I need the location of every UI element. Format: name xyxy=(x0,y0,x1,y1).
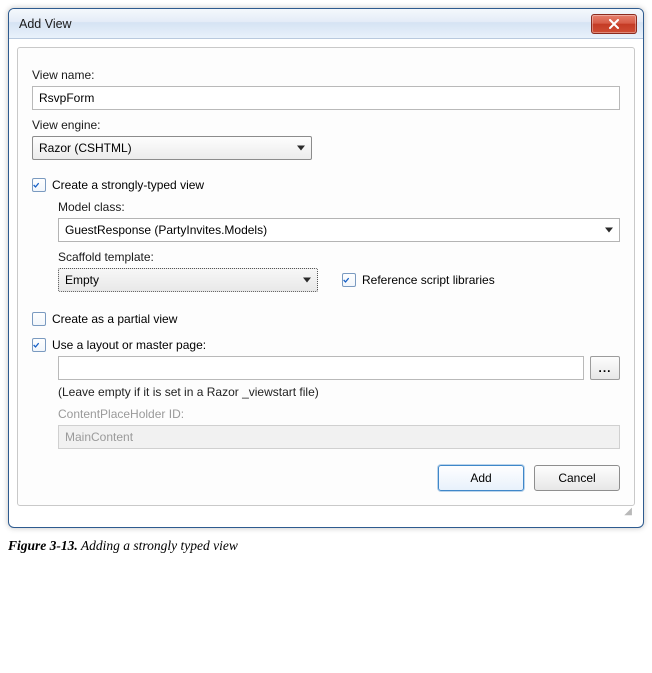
cph-label: ContentPlaceHolder ID: xyxy=(58,407,620,421)
resize-grip[interactable]: ◢ xyxy=(17,506,635,519)
layout-path-input[interactable] xyxy=(58,356,584,380)
model-class-value: GuestResponse (PartyInvites.Models) xyxy=(65,223,267,237)
close-icon xyxy=(608,19,620,29)
reference-scripts-checkbox[interactable] xyxy=(342,273,356,287)
window-title: Add View xyxy=(19,17,72,31)
view-name-label: View name: xyxy=(32,68,620,82)
browse-label: ... xyxy=(598,361,611,375)
model-class-label: Model class: xyxy=(58,200,620,214)
layout-hint: (Leave empty if it is set in a Razor _vi… xyxy=(58,385,620,399)
chevron-down-icon xyxy=(605,228,613,233)
use-layout-checkbox[interactable] xyxy=(32,338,46,352)
view-engine-value: Razor (CSHTML) xyxy=(39,141,132,155)
view-name-input[interactable] xyxy=(32,86,620,110)
figure-caption: Figure 3-13. Adding a strongly typed vie… xyxy=(8,538,644,554)
scaffold-value: Empty xyxy=(65,273,99,287)
reference-scripts-label: Reference script libraries xyxy=(362,273,495,287)
form-panel: View name: View engine: Razor (CSHTML) C… xyxy=(17,47,635,506)
partial-view-checkbox[interactable] xyxy=(32,312,46,326)
add-view-dialog: Add View View name: View engine: Razor (… xyxy=(8,8,644,528)
figure-number: Figure 3-13. xyxy=(8,538,78,553)
cancel-button[interactable]: Cancel xyxy=(534,465,620,491)
use-layout-label: Use a layout or master page: xyxy=(52,338,206,352)
cph-input: MainContent xyxy=(58,425,620,449)
add-button[interactable]: Add xyxy=(438,465,524,491)
scaffold-label: Scaffold template: xyxy=(58,250,620,264)
browse-button[interactable]: ... xyxy=(590,356,620,380)
model-class-dropdown[interactable]: GuestResponse (PartyInvites.Models) xyxy=(58,218,620,242)
view-engine-label: View engine: xyxy=(32,118,620,132)
check-icon xyxy=(343,275,349,285)
scaffold-dropdown[interactable]: Empty xyxy=(58,268,318,292)
close-button[interactable] xyxy=(591,14,637,34)
check-icon xyxy=(33,180,39,190)
cph-value: MainContent xyxy=(65,430,133,444)
check-icon xyxy=(33,340,39,350)
chevron-down-icon xyxy=(303,278,311,283)
strongly-typed-label: Create a strongly-typed view xyxy=(52,178,204,192)
view-engine-dropdown[interactable]: Razor (CSHTML) xyxy=(32,136,312,160)
figure-text: Adding a strongly typed view xyxy=(78,538,238,553)
chevron-down-icon xyxy=(297,146,305,151)
titlebar: Add View xyxy=(9,9,643,39)
partial-view-label: Create as a partial view xyxy=(52,312,177,326)
strongly-typed-checkbox[interactable] xyxy=(32,178,46,192)
